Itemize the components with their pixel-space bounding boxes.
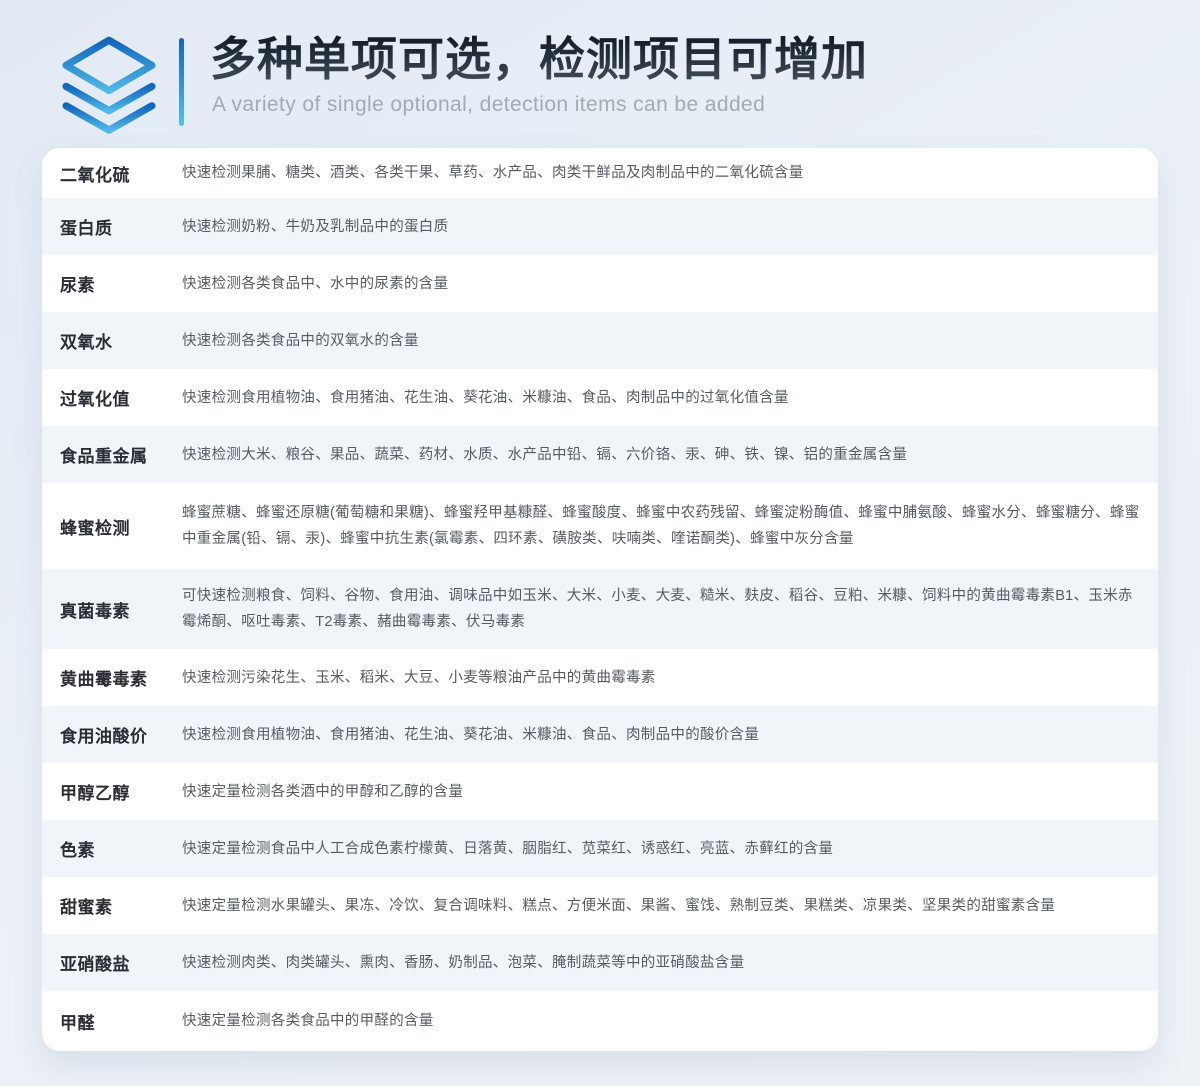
page-title: 多种单项可选，检测项目可增加 (210, 32, 868, 88)
row-label: 真菌毒素 (60, 597, 182, 622)
table-row: 色素 快速定量检测食品中人工合成色素柠檬黄、日落黄、胭脂红、苋菜红、诱惑红、亮蓝… (42, 820, 1158, 877)
row-label: 过氧化值 (60, 385, 182, 410)
row-label: 色素 (60, 836, 182, 861)
row-description: 快速检测大米、粮谷、果品、蔬菜、药材、水质、水产品中铅、镉、六价铬、汞、砷、铁、… (182, 442, 1144, 468)
table-row: 二氧化硫 快速检测果脯、糖类、酒类、各类干果、草药、水产品、肉类干鲜品及肉制品中… (42, 148, 1158, 198)
row-description: 快速检测污染花生、玉米、稻米、大豆、小麦等粮油产品中的黄曲霉毒素 (182, 665, 1144, 691)
row-label: 二氧化硫 (60, 161, 182, 186)
row-label: 尿素 (60, 271, 182, 296)
table-row: 食品重金属 快速检测大米、粮谷、果品、蔬菜、药材、水质、水产品中铅、镉、六价铬、… (42, 426, 1158, 483)
table-row: 甲醛 快速定量检测各类食品中的甲醛的含量 (42, 991, 1158, 1051)
table-row: 亚硝酸盐 快速检测肉类、肉类罐头、熏肉、香肠、奶制品、泡菜、腌制蔬菜等中的亚硝酸… (42, 934, 1158, 991)
table-row: 食用油酸价 快速检测食用植物油、食用猪油、花生油、葵花油、米糠油、食品、肉制品中… (42, 706, 1158, 763)
table-row: 尿素 快速检测各类食品中、水中的尿素的含量 (42, 255, 1158, 312)
row-description: 快速定量检测水果罐头、果冻、冷饮、复合调味料、糕点、方便米面、果酱、蜜饯、熟制豆… (182, 893, 1144, 919)
table-row: 双氧水 快速检测各类食品中的双氧水的含量 (42, 312, 1158, 369)
row-description: 可快速检测粮食、饲料、谷物、食用油、调味品中如玉米、大米、小麦、大麦、糙米、麸皮… (182, 583, 1144, 635)
row-description: 快速检测各类食品中、水中的尿素的含量 (182, 271, 1144, 297)
title-block: 多种单项可选，检测项目可增加 A variety of single optio… (210, 30, 868, 117)
detection-items-table: 二氧化硫 快速检测果脯、糖类、酒类、各类干果、草药、水产品、肉类干鲜品及肉制品中… (42, 148, 1158, 1051)
row-label: 蛋白质 (60, 214, 182, 239)
row-label: 甲醇乙醇 (60, 779, 182, 804)
page-header: 多种单项可选，检测项目可增加 A variety of single optio… (0, 0, 1200, 135)
page-subtitle: A variety of single optional, detection … (212, 93, 868, 117)
row-label: 蜂蜜检测 (60, 514, 182, 539)
table-row: 黄曲霉毒素 快速检测污染花生、玉米、稻米、大豆、小麦等粮油产品中的黄曲霉毒素 (42, 649, 1158, 706)
row-description: 蜂蜜蔗糖、蜂蜜还原糖(葡萄糖和果糖)、蜂蜜羟甲基糠醛、蜂蜜酸度、蜂蜜中农药残留、… (182, 500, 1144, 552)
accent-divider-bar (179, 38, 184, 126)
row-description: 快速定量检测各类酒中的甲醇和乙醇的含量 (182, 779, 1144, 805)
table-row: 蛋白质 快速检测奶粉、牛奶及乳制品中的蛋白质 (42, 198, 1158, 255)
table-row: 甲醇乙醇 快速定量检测各类酒中的甲醇和乙醇的含量 (42, 763, 1158, 820)
row-label: 亚硝酸盐 (60, 950, 182, 975)
row-label: 食品重金属 (60, 442, 182, 467)
row-label: 双氧水 (60, 328, 182, 353)
row-label: 黄曲霉毒素 (60, 665, 182, 690)
layers-stack-icon (55, 33, 163, 135)
row-description: 快速定量检测各类食品中的甲醛的含量 (182, 1008, 1144, 1034)
row-description: 快速检测各类食品中的双氧水的含量 (182, 328, 1144, 354)
row-label: 甜蜜素 (60, 893, 182, 918)
row-description: 快速检测食用植物油、食用猪油、花生油、葵花油、米糠油、食品、肉制品中的过氧化值含… (182, 385, 1144, 411)
table-row: 蜂蜜检测 蜂蜜蔗糖、蜂蜜还原糖(葡萄糖和果糖)、蜂蜜羟甲基糠醛、蜂蜜酸度、蜂蜜中… (42, 483, 1158, 569)
table-row: 真菌毒素 可快速检测粮食、饲料、谷物、食用油、调味品中如玉米、大米、小麦、大麦、… (42, 569, 1158, 649)
table-row: 过氧化值 快速检测食用植物油、食用猪油、花生油、葵花油、米糠油、食品、肉制品中的… (42, 369, 1158, 426)
row-label: 食用油酸价 (60, 722, 182, 747)
row-description: 快速检测食用植物油、食用猪油、花生油、葵花油、米糠油、食品、肉制品中的酸价含量 (182, 722, 1144, 748)
row-description: 快速检测奶粉、牛奶及乳制品中的蛋白质 (182, 214, 1144, 240)
table-row: 甜蜜素 快速定量检测水果罐头、果冻、冷饮、复合调味料、糕点、方便米面、果酱、蜜饯… (42, 877, 1158, 934)
row-description: 快速检测果脯、糖类、酒类、各类干果、草药、水产品、肉类干鲜品及肉制品中的二氧化硫… (182, 160, 1144, 186)
row-label: 甲醛 (60, 1009, 182, 1034)
row-description: 快速检测肉类、肉类罐头、熏肉、香肠、奶制品、泡菜、腌制蔬菜等中的亚硝酸盐含量 (182, 950, 1144, 976)
row-description: 快速定量检测食品中人工合成色素柠檬黄、日落黄、胭脂红、苋菜红、诱惑红、亮蓝、赤藓… (182, 836, 1144, 862)
